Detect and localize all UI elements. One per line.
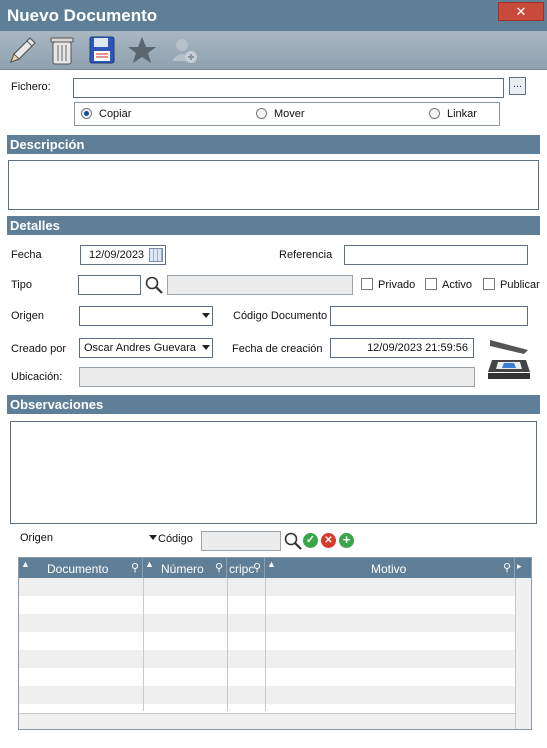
fichero-mode-group: Copiar Mover Linkar — [74, 102, 500, 126]
fecha-value: 12/09/2023 — [89, 249, 145, 261]
table-row[interactable] — [19, 596, 515, 614]
activo-label: Activo — [442, 279, 472, 291]
pencil-icon[interactable] — [4, 33, 40, 67]
origen-select[interactable] — [79, 306, 213, 326]
fecha-creacion-input: 12/09/2023 21:59:56 — [330, 338, 474, 358]
scanner-icon[interactable] — [486, 338, 532, 382]
table-row[interactable] — [19, 668, 515, 686]
column-divider — [143, 578, 144, 711]
referencia-label: Referencia — [279, 249, 333, 261]
descripcion-header: Descripción — [7, 135, 540, 154]
column-search-icon[interactable]: ⚲ — [253, 561, 261, 574]
vertical-scrollbar[interactable] — [515, 578, 531, 729]
column-search-icon[interactable]: ⚲ — [503, 561, 511, 574]
add-user-icon[interactable] — [166, 33, 202, 67]
column-divider — [265, 578, 266, 711]
documents-grid: ▲ Documento ⚲ ▲ Número ⚲ cripc ⚲ ▲ Motiv… — [18, 557, 532, 730]
close-button[interactable]: ✕ — [498, 2, 544, 21]
table-row[interactable] — [19, 632, 515, 650]
mover-radio[interactable] — [256, 108, 267, 119]
filter-origen-label: Origen — [20, 532, 54, 544]
detalles-header: Detalles — [7, 216, 540, 235]
confirm-icon[interactable]: ✓ — [303, 533, 318, 548]
horizontal-scrollbar[interactable] — [19, 713, 515, 729]
browse-button[interactable]: ... — [509, 77, 526, 95]
chevron-down-icon — [202, 313, 210, 318]
copiar-radio[interactable] — [81, 108, 92, 119]
mover-label: Mover — [274, 108, 305, 120]
table-row[interactable] — [19, 686, 515, 704]
activo-checkbox[interactable] — [425, 278, 437, 290]
column-search-icon[interactable]: ⚲ — [131, 561, 139, 574]
title-bar: Nuevo Documento ✕ — [0, 0, 547, 31]
linkar-label: Linkar — [447, 108, 477, 120]
tipo-code-input[interactable] — [78, 275, 141, 295]
linkar-radio[interactable] — [429, 108, 440, 119]
codigo-documento-label: Código Documento — [233, 310, 328, 322]
window-title: Nuevo Documento — [7, 6, 158, 25]
save-disk-icon[interactable] — [84, 33, 120, 67]
privado-label: Privado — [378, 279, 416, 291]
search-icon[interactable] — [144, 275, 166, 295]
origen-label: Origen — [11, 310, 45, 322]
sort-icon: ▲ — [145, 559, 154, 569]
referencia-input[interactable] — [344, 245, 528, 265]
ubicacion-input — [79, 367, 475, 387]
fichero-input[interactable] — [73, 78, 504, 98]
copiar-label: Copiar — [99, 108, 132, 120]
star-icon[interactable] — [124, 33, 160, 67]
tipo-desc-input — [167, 275, 353, 295]
creado-por-value: Oscar Andres Guevara — [84, 342, 196, 354]
fecha-label: Fecha — [11, 249, 42, 261]
search-icon[interactable] — [283, 531, 303, 551]
creado-por-select[interactable]: Oscar Andres Guevara — [79, 338, 213, 358]
caret-down-icon[interactable] — [149, 535, 157, 540]
column-documento[interactable]: ▲ Documento ⚲ — [19, 558, 143, 578]
column-descripcion-label: cripc — [229, 562, 255, 576]
column-search-icon[interactable]: ⚲ — [215, 561, 223, 574]
column-descripcion[interactable]: cripc ⚲ — [227, 558, 265, 578]
chevron-down-icon — [202, 345, 210, 350]
toolbar — [0, 31, 547, 70]
column-documento-label: Documento — [47, 562, 109, 576]
publicar-checkbox[interactable] — [483, 278, 495, 290]
scroll-right-icon[interactable]: ▸ — [517, 561, 531, 572]
observaciones-header: Observaciones — [7, 395, 540, 414]
privado-checkbox[interactable] — [361, 278, 373, 290]
observaciones-textarea[interactable] — [10, 421, 537, 524]
add-icon[interactable]: + — [339, 533, 354, 548]
column-divider — [227, 578, 228, 711]
table-row[interactable] — [19, 650, 515, 668]
column-motivo[interactable]: ▲ Motivo ⚲ — [265, 558, 515, 578]
descripcion-textarea[interactable] — [8, 160, 539, 210]
tipo-label: Tipo — [11, 279, 32, 291]
table-row[interactable] — [19, 614, 515, 632]
fecha-creacion-label: Fecha de creación — [232, 343, 323, 355]
filter-codigo-input[interactable] — [201, 531, 281, 551]
grid-header: ▲ Documento ⚲ ▲ Número ⚲ cripc ⚲ ▲ Motiv… — [19, 558, 531, 578]
publicar-label: Publicar — [500, 279, 540, 291]
fichero-label: Fichero: — [11, 81, 51, 93]
ubicacion-label: Ubicación: — [11, 371, 63, 383]
column-motivo-label: Motivo — [371, 562, 407, 576]
fecha-input[interactable]: 12/09/2023 — [80, 245, 166, 265]
creado-por-label: Creado por — [11, 343, 67, 355]
codigo-documento-input[interactable] — [330, 306, 528, 326]
filter-codigo-label: Código — [158, 533, 193, 545]
calendar-icon[interactable] — [149, 248, 163, 262]
table-row[interactable] — [19, 578, 515, 596]
sort-icon: ▲ — [267, 559, 276, 569]
column-numero-label: Número — [161, 562, 204, 576]
sort-icon: ▲ — [21, 559, 30, 569]
trash-icon[interactable] — [44, 33, 80, 67]
cancel-icon[interactable]: ✕ — [321, 533, 336, 548]
column-numero[interactable]: ▲ Número ⚲ — [143, 558, 227, 578]
